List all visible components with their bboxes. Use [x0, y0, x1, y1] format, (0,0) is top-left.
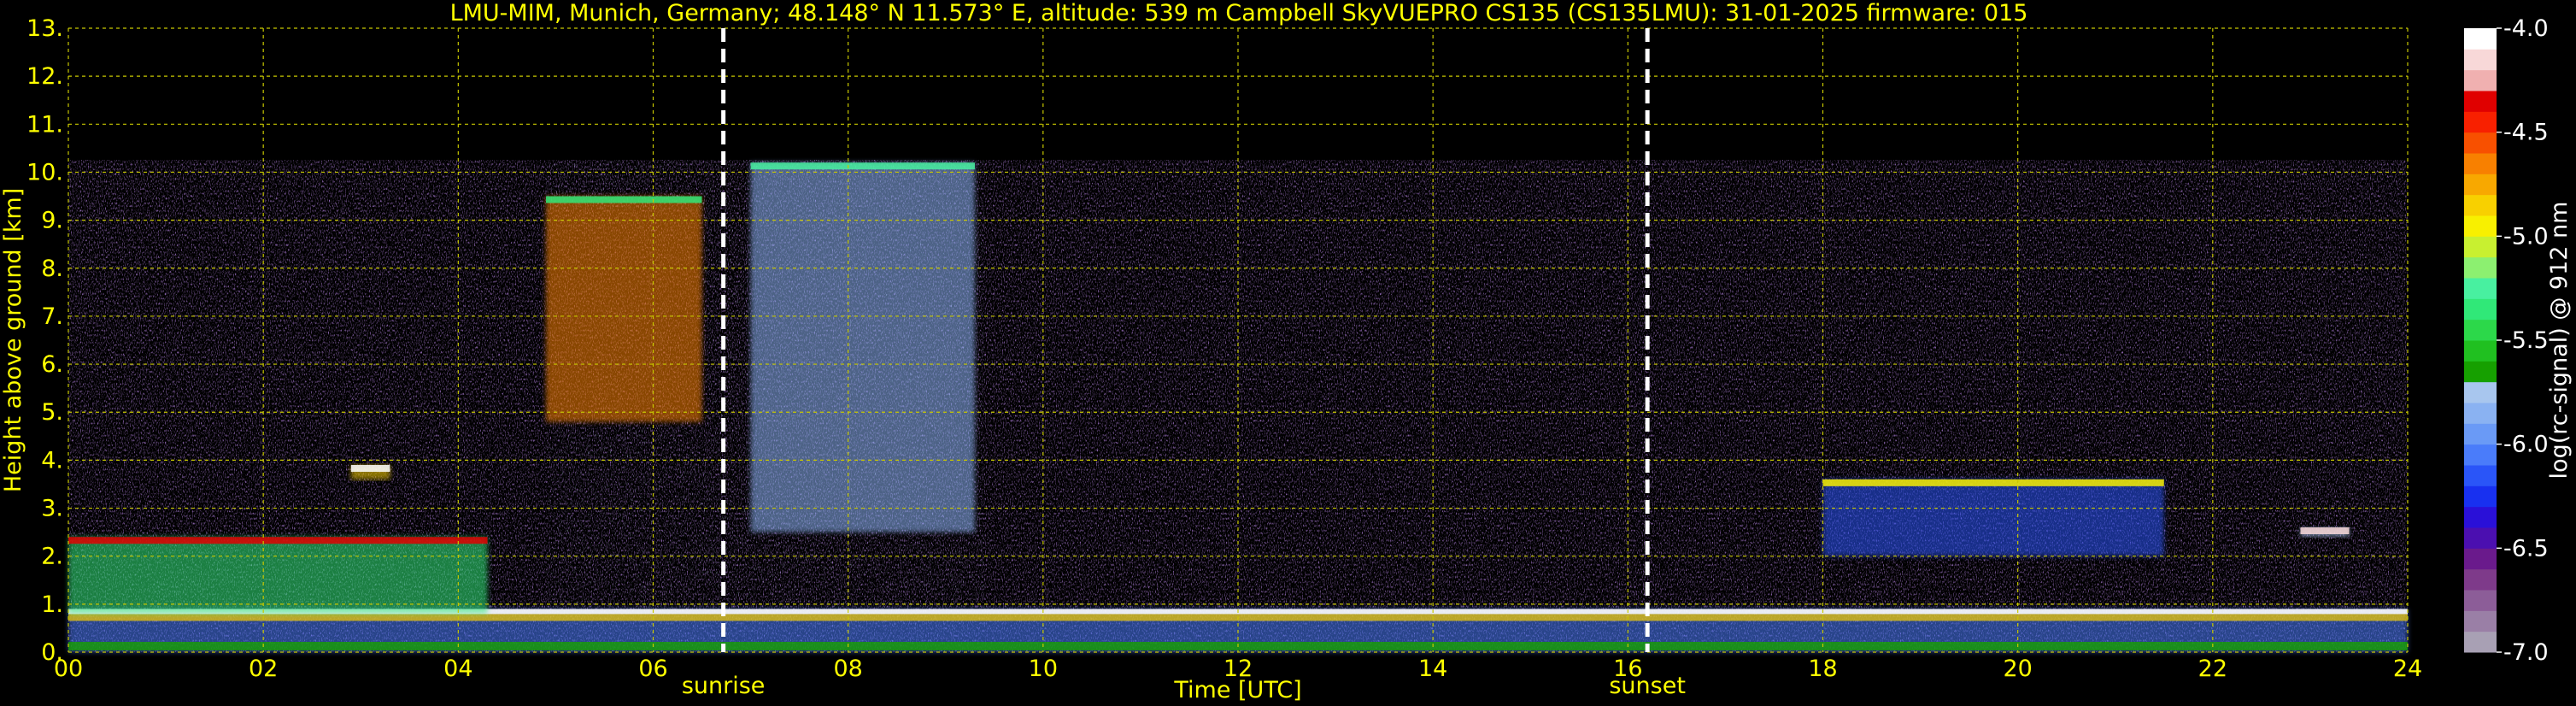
event-label-sunrise: sunrise: [682, 673, 766, 699]
colorbar-tick-label: -6.5: [2503, 535, 2549, 562]
y-tick-label: 2.: [41, 544, 63, 570]
feature-top-edge: [2300, 527, 2350, 534]
feature-top-edge: [750, 162, 975, 170]
colorbar-segment: [2464, 340, 2497, 362]
y-tick-label: 3.: [41, 496, 63, 522]
colorbar-segment: [2464, 194, 2497, 216]
colorbar-segment: [2464, 132, 2497, 154]
y-axis-label: Height above ground [km]: [0, 188, 26, 492]
colorbar-segment: [2464, 319, 2497, 341]
y-tick-label: 1.: [41, 591, 63, 618]
colorbar-segment: [2464, 506, 2497, 528]
y-tick-label: 13.: [26, 15, 63, 42]
chart-title: LMU-MIM, Munich, Germany; 48.148° N 11.5…: [450, 0, 2028, 26]
colorbar-segment: [2464, 278, 2497, 299]
feature-body: [68, 537, 488, 615]
colorbar-segment: [2464, 423, 2497, 445]
feature-top-edge: [68, 537, 488, 544]
x-tick-label: 14: [1418, 656, 1447, 682]
colorbar: -4.0 -4.5 -5.0 -5.5 -6.0 -6.5 -7.0: [2464, 15, 2549, 666]
x-tick-label: 02: [249, 656, 278, 682]
colorbar-tick-label: -6.0: [2503, 432, 2549, 458]
x-tick-label: 16: [1613, 656, 1642, 682]
x-tick-label: 24: [2393, 656, 2422, 682]
colorbar-segment: [2464, 91, 2497, 112]
y-tick-label: 6.: [41, 351, 63, 378]
ceilometer-chart: sunrise sunset 00 02 04 06 08 10 12 14 16 18 20 22 24…: [0, 0, 2573, 703]
x-axis-label: Time [UTC]: [1173, 677, 1301, 703]
colorbar-segment: [2464, 485, 2497, 508]
colorbar-segment: [2464, 568, 2497, 591]
colorbar-segment: [2464, 403, 2497, 424]
colorbar-segment: [2464, 381, 2497, 403]
y-tick-label: 9.: [41, 208, 63, 234]
colorbar-tick-label: -5.5: [2503, 327, 2549, 354]
colorbar-segment: [2464, 111, 2497, 133]
x-tick-label: 22: [2198, 656, 2227, 682]
feature-body: [546, 196, 702, 422]
feature-mid-level-cloud: [546, 196, 702, 422]
colorbar-segment: [2464, 527, 2497, 549]
colorbar-segment: [2464, 153, 2497, 174]
colorbar-segment: [2464, 174, 2497, 196]
colorbar-segment: [2464, 444, 2497, 466]
colorbar-segment: [2464, 256, 2497, 279]
y-tick-label: 7.: [41, 303, 63, 330]
colorbar-segment: [2464, 361, 2497, 383]
y-tick-label: 11.: [26, 111, 63, 138]
feature-evening-cloud-layer: [1822, 479, 2164, 556]
colorbar-segment: [2464, 631, 2497, 653]
feature-top-edge: [1822, 479, 2164, 486]
x-tick-label: 08: [833, 656, 862, 682]
feature-top-edge: [350, 465, 390, 472]
feature-body: [1822, 479, 2164, 556]
y-tick-label: 8.: [41, 256, 63, 282]
y-tick-label: 4.: [41, 447, 63, 474]
colorbar-segment: [2464, 69, 2497, 91]
y-axis-ticks: 0. 1. 2. 3. 4. 5. 6. 7. 8. 9. 10. 11. 12. 13.: [26, 15, 63, 666]
colorbar-segment: [2464, 236, 2497, 258]
x-tick-label: 06: [638, 656, 667, 682]
colorbar-segment: [2464, 465, 2497, 486]
colorbar-segment: [2464, 590, 2497, 611]
colorbar-segment: [2464, 610, 2497, 632]
colorbar-label: log(rc-signal) @ 912 nm: [2546, 202, 2573, 479]
colorbar-tick-label: -5.0: [2503, 223, 2549, 250]
feature-scattered-cloud: [750, 162, 975, 532]
x-tick-label: 18: [1808, 656, 1837, 682]
y-tick-label: 5.: [41, 399, 63, 426]
feature-thin-cloud: [2300, 527, 2350, 538]
feature-cloud-layer: [350, 465, 390, 479]
x-tick-label: 20: [2003, 656, 2032, 682]
colorbar-tick-label: -4.5: [2503, 120, 2549, 146]
y-tick-label: 0.: [41, 639, 63, 666]
feature-top-edge: [546, 196, 702, 203]
x-tick-label: 04: [443, 656, 472, 682]
feature-body: [750, 162, 975, 532]
colorbar-tick-label: -4.0: [2503, 15, 2549, 42]
colorbar-segment: [2464, 49, 2497, 71]
x-tick-label: 10: [1029, 656, 1058, 682]
y-tick-label: 10.: [26, 159, 63, 185]
colorbar-segment: [2464, 28, 2497, 50]
colorbar-tick-label: -7.0: [2503, 639, 2549, 666]
colorbar-segment: [2464, 548, 2497, 570]
y-tick-label: 12.: [26, 63, 63, 90]
colorbar-segment: [2464, 298, 2497, 321]
colorbar-segment: [2464, 215, 2497, 237]
feature-morning-low-cloud-aerosol-layer: [68, 537, 488, 615]
